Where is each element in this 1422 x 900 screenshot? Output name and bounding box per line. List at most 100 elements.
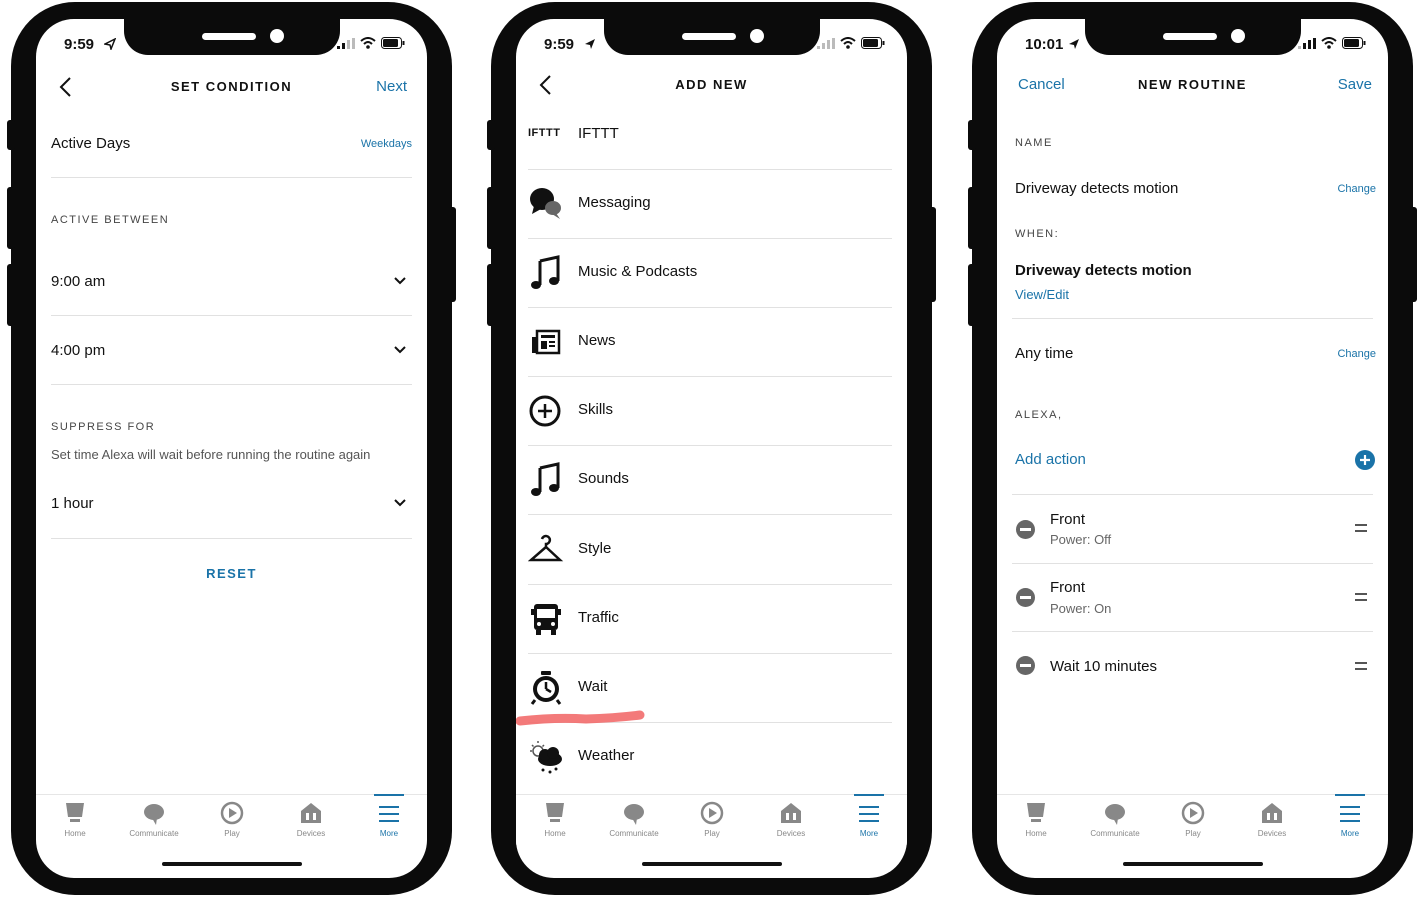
save-button[interactable]: Save [1338, 76, 1372, 93]
tab-label: Home [544, 829, 566, 838]
status-time: 10:01 [1025, 36, 1064, 53]
ifttt-icon: IFTTT [528, 127, 561, 139]
list-item-style[interactable]: Style [528, 516, 892, 585]
alexa-header: ALEXA, [1015, 409, 1063, 421]
change-schedule-link[interactable]: Change [1337, 348, 1376, 360]
list-item-weather[interactable]: Weather [528, 723, 892, 792]
tab-devices[interactable]: Devices [763, 801, 819, 838]
remove-action-icon[interactable] [1016, 656, 1035, 675]
active-days-value[interactable]: Weekdays [361, 138, 412, 150]
screen: 10:01 Cancel NEW ROUTINE Save NAME Drive… [997, 19, 1388, 878]
divider [51, 177, 412, 178]
remove-action-icon[interactable] [1016, 520, 1035, 539]
chevron-down-icon[interactable] [393, 276, 407, 286]
list-item-traffic[interactable]: Traffic [528, 585, 892, 654]
start-time-select[interactable]: 9:00 am [51, 273, 105, 290]
tab-devices[interactable]: Devices [283, 801, 339, 838]
drag-handle-icon[interactable] [1355, 524, 1367, 532]
list-item-label: Music & Podcasts [578, 263, 698, 280]
music-note-icon [531, 255, 560, 289]
home-indicator[interactable] [162, 862, 302, 866]
chat-bubbles-icon [530, 188, 561, 219]
notch [124, 19, 340, 55]
suppress-duration-select[interactable]: 1 hour [51, 495, 94, 512]
drag-handle-icon[interactable] [1355, 662, 1367, 670]
cellular-signal-icon [337, 37, 355, 49]
action-row[interactable]: Front Power: On [1012, 564, 1373, 632]
alarm-clock-icon [530, 671, 562, 705]
chevron-down-icon[interactable] [393, 345, 407, 355]
add-circle-icon[interactable] [1355, 450, 1375, 470]
volume-up-button [7, 187, 15, 249]
home-indicator[interactable] [1123, 862, 1263, 866]
remove-action-icon[interactable] [1016, 588, 1035, 607]
tab-play[interactable]: Play [1165, 801, 1221, 838]
home-echo-icon [546, 803, 564, 822]
tab-home[interactable]: Home [1008, 801, 1064, 838]
next-button[interactable]: Next [376, 78, 407, 95]
cellular-signal-icon [817, 37, 835, 49]
list-item-ifttt[interactable]: IFTTT IFTTT [528, 101, 892, 170]
tab-communicate[interactable]: Communicate [126, 801, 182, 838]
tab-home[interactable]: Home [527, 801, 583, 838]
end-time-select[interactable]: 4:00 pm [51, 342, 105, 359]
action-row[interactable]: Front Power: Off [1012, 495, 1373, 563]
silent-switch [487, 120, 495, 150]
page-title: NEW ROUTINE [1138, 77, 1247, 92]
tab-play[interactable]: Play [204, 801, 260, 838]
battery-icon [861, 37, 885, 49]
wifi-icon [360, 37, 376, 49]
active-days-label[interactable]: Active Days [51, 135, 130, 152]
smart-home-icon [781, 803, 801, 823]
list-item-music-podcasts[interactable]: Music & Podcasts [528, 239, 892, 308]
divider [1012, 318, 1373, 319]
hanger-icon [528, 534, 564, 562]
newspaper-icon [532, 329, 561, 355]
tab-play[interactable]: Play [684, 801, 740, 838]
weather-cloud-icon [530, 741, 562, 774]
tab-label: More [1340, 829, 1360, 838]
list-item-sounds[interactable]: Sounds [528, 446, 892, 515]
action-row[interactable]: Wait 10 minutes [1012, 632, 1373, 700]
list-item-messaging[interactable]: Messaging [528, 170, 892, 239]
action-title: Wait 10 minutes [1050, 658, 1157, 675]
reset-button[interactable]: RESET [36, 566, 427, 581]
list-item-label: Wait [578, 678, 608, 695]
tab-more[interactable]: More [1322, 794, 1378, 838]
play-circle-icon [700, 801, 724, 825]
tab-devices[interactable]: Devices [1244, 801, 1300, 838]
header: Cancel NEW ROUTINE Save [997, 71, 1388, 101]
list-item-label: Traffic [578, 609, 619, 626]
volume-down-button [487, 264, 495, 326]
tab-more[interactable]: More [361, 794, 417, 838]
bottom-tab-bar: Home Communicate Play Devices More [36, 794, 427, 845]
hamburger-menu-icon [379, 806, 399, 822]
tab-home[interactable]: Home [47, 801, 103, 838]
speech-bubble-icon [144, 804, 164, 825]
trigger-name: Driveway detects motion [1015, 262, 1192, 279]
tab-communicate[interactable]: Communicate [606, 801, 662, 838]
phone-set-condition: 9:59 SET CONDITION Next Active Days Week… [7, 2, 456, 895]
play-circle-icon [220, 801, 244, 825]
tab-label: Devices [1257, 829, 1287, 838]
name-header: NAME [1015, 137, 1053, 149]
home-indicator[interactable] [642, 862, 782, 866]
drag-handle-icon[interactable] [1355, 593, 1367, 601]
action-title: Front [1050, 579, 1086, 596]
cellular-signal-icon [1298, 37, 1316, 49]
change-name-link[interactable]: Change [1337, 183, 1376, 195]
view-edit-link[interactable]: View/Edit [1015, 287, 1069, 302]
list-item-skills[interactable]: Skills [528, 377, 892, 446]
tab-more[interactable]: More [841, 794, 897, 838]
phone-new-routine: 10:01 Cancel NEW ROUTINE Save NAME Drive… [968, 2, 1417, 895]
battery-icon [1342, 37, 1366, 49]
add-action-link[interactable]: Add action [1015, 451, 1086, 468]
speech-bubble-icon [624, 804, 644, 825]
routine-name[interactable]: Driveway detects motion [1015, 180, 1178, 197]
tab-communicate[interactable]: Communicate [1087, 801, 1143, 838]
list-item-news[interactable]: News [528, 308, 892, 377]
tab-label: Communicate [609, 829, 659, 838]
schedule-value[interactable]: Any time [1015, 345, 1073, 362]
chevron-down-icon[interactable] [393, 498, 407, 508]
suppress-description: Set time Alexa will wait before running … [51, 447, 371, 462]
